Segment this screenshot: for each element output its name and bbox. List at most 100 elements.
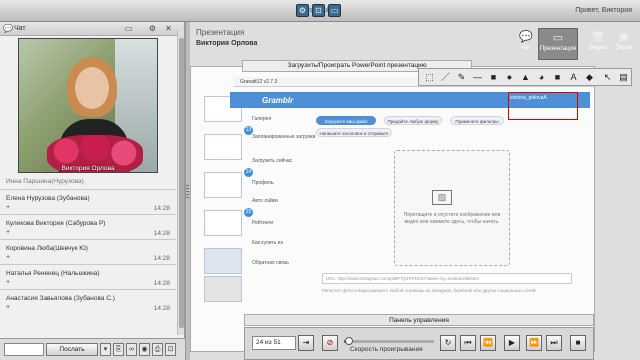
mode-label: Экран <box>615 45 633 51</box>
chat-time: 14:28 <box>153 280 170 287</box>
eye-icon[interactable]: ◉ <box>139 343 150 356</box>
screen-share-icon: ▣ <box>618 31 630 43</box>
scroll-thumb[interactable] <box>179 38 184 328</box>
play-icon[interactable]: ▶ <box>504 335 520 351</box>
lock-icon[interactable]: ⊡ <box>312 4 325 17</box>
chat-input-bar: Послать ▾ ⎘ ∞ ◉ ⎙ ⊡ <box>0 338 185 360</box>
rewind-icon[interactable]: ⏪ <box>480 335 496 351</box>
stop-autoplay-icon[interactable]: ⊘ <box>322 335 338 351</box>
thumbnail[interactable] <box>204 172 242 198</box>
drop-zone <box>394 150 510 266</box>
url-bar: URL: http://www.instagram.com/p/BP7Q1RPD… <box>322 273 572 284</box>
sidebar-label: Профиль <box>252 180 274 186</box>
chat-scrollbar[interactable] <box>177 30 184 335</box>
sidebar-label: Рейтинги <box>252 220 274 226</box>
chat-text: + <box>6 304 11 311</box>
thumbnail[interactable] <box>204 276 242 302</box>
thumbnail[interactable] <box>204 134 242 160</box>
thumbnail[interactable] <box>204 248 242 274</box>
slide-number-badge: 24 <box>244 168 253 177</box>
speech-bubble-icon: 💬 <box>519 31 533 43</box>
page-select[interactable]: 24 из 51 <box>252 336 296 350</box>
refresh-icon[interactable]: ↻ <box>440 335 456 351</box>
presentation-icon: ▭ <box>552 32 564 44</box>
list-item: Инна Паршина(Нурузова) <box>0 176 176 189</box>
step-tab: Примените фильтры <box>450 116 504 125</box>
chat-messages: Инна Паршина(Нурузова) Елена Нурузова (З… <box>0 176 176 314</box>
chat-time: 14:28 <box>153 255 170 262</box>
last-slide-icon[interactable]: ⏭ <box>546 335 562 351</box>
sidebar-label: Как купить из <box>252 240 283 246</box>
drop-zone-text: Перетащите и опустите изображение или ви… <box>403 212 501 225</box>
attach-icon[interactable]: ⎘ <box>113 343 124 356</box>
chat-time: 14:28 <box>153 230 170 237</box>
step-tab: Загрузите ваш файл <box>316 116 376 125</box>
chat-message: Анастасия Завьялова (Зубанова С.) + 14:2… <box>0 289 176 314</box>
stop-icon[interactable]: ■ <box>570 335 586 351</box>
chat-user-name: Инна Паршина(Нурузова) <box>6 178 84 185</box>
chat-message: Коровина Люба(Шевчук Ю) + 14:28 <box>0 239 176 264</box>
chat-message: Елена Нурузова (Зубанова) + 14:28 <box>0 189 176 214</box>
settings-icon[interactable]: ⚙ <box>148 24 157 33</box>
sidebar-label: Запланированные загрузки <box>252 134 316 140</box>
sidebar-label: Галерея <box>252 116 272 122</box>
print-icon[interactable]: ⎙ <box>152 343 163 356</box>
lock-icon[interactable]: ⊡ <box>165 343 176 356</box>
step-tab: Напишите заголовок и отправьте <box>316 128 392 137</box>
chat-text: + <box>6 229 11 236</box>
slide-logo: Gramblr <box>262 96 294 105</box>
chat-time: 14:28 <box>153 205 170 212</box>
thumbnail[interactable] <box>204 210 242 236</box>
image-icon: ▨ <box>432 190 452 205</box>
speed-slider-knob[interactable] <box>345 337 353 345</box>
slide-number-badge: 25 <box>244 208 253 217</box>
circle-icon[interactable]: ● <box>503 71 516 84</box>
sidebar-label: Авто лайки <box>252 198 278 204</box>
mode-screen-button[interactable]: ▣ Экран <box>604 28 640 60</box>
pie-icon[interactable]: ◕ <box>535 71 548 84</box>
control-panel-label: Панель управления <box>244 314 594 326</box>
chat-time: 14:28 <box>153 305 170 312</box>
link-icon[interactable]: ∞ <box>126 343 137 356</box>
greeting: Привет, Виктория <box>575 7 632 14</box>
settings-icon[interactable]: ⚙ <box>296 4 309 17</box>
video-caption: Виктория Орлова <box>61 165 115 172</box>
mode-label: Чат <box>521 45 531 51</box>
line-icon[interactable]: ／ <box>439 71 452 84</box>
drawing-toolbar: ⬚ ／ ✎ — ■ ● ▲ ◕ ■ A ◆ ↖ ▤ <box>418 68 632 86</box>
splitter-grip-icon[interactable] <box>186 185 189 199</box>
sidebar-label: Загрузить сейчас <box>252 158 293 164</box>
chat-message: Куликова Виктория (Сабурова Р) + 14:28 <box>0 214 176 239</box>
first-slide-icon[interactable]: ⏮ <box>460 335 476 351</box>
speech-bubble-icon: 💬 <box>3 24 13 33</box>
chat-author: Коровина Люба(Шевчук Ю) <box>6 245 88 252</box>
speed-slider-track[interactable] <box>344 340 434 343</box>
send-button[interactable]: Послать <box>46 343 98 356</box>
window-icon[interactable]: ▭ <box>124 24 133 33</box>
highlight-box <box>508 92 578 120</box>
chat-input[interactable] <box>4 343 44 356</box>
select-area-icon[interactable]: ⬚ <box>423 71 436 84</box>
pencil-icon[interactable]: ✎ <box>455 71 468 84</box>
text-icon[interactable]: A <box>567 71 580 84</box>
slide-sidebar <box>204 96 246 302</box>
fast-forward-icon[interactable]: ⏩ <box>526 335 542 351</box>
chat-author: Елена Нурузова (Зубанова) <box>6 195 90 202</box>
chat-text: + <box>6 279 11 286</box>
dropdown-arrow-icon[interactable]: ▾ <box>100 343 111 356</box>
exit-icon[interactable]: ⇥ <box>298 335 314 351</box>
square-icon[interactable]: ■ <box>551 71 564 84</box>
mode-presentation-button[interactable]: ▭ Презентация <box>538 28 578 60</box>
sidebar-label: Обратная связь <box>252 260 289 266</box>
rectangle-icon[interactable]: ■ <box>487 71 500 84</box>
minus-icon[interactable]: — <box>471 71 484 84</box>
eraser-icon[interactable]: ◆ <box>583 71 596 84</box>
pointer-icon[interactable]: ↖ <box>601 71 614 84</box>
save-icon[interactable]: ▤ <box>617 71 630 84</box>
triangle-icon[interactable]: ▲ <box>519 71 532 84</box>
window-icon[interactable]: ▭ <box>328 4 341 17</box>
speed-label: Скорость проигрывания <box>350 346 423 353</box>
close-icon[interactable]: ✕ <box>164 24 173 33</box>
url-note: Репостит фото и видеозаписи с любой стра… <box>322 288 536 293</box>
chat-text: + <box>6 254 11 261</box>
